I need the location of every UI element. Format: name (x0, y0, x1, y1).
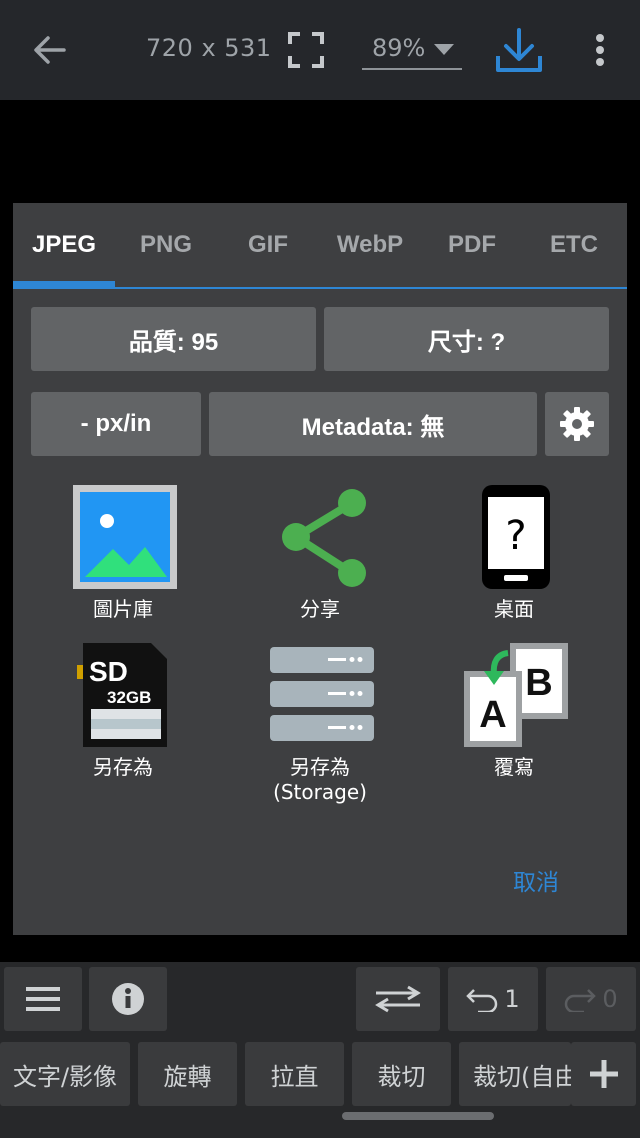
save-as-sd-action[interactable]: SD 32GB 另存為 (23, 643, 223, 783)
tool-crop-free[interactable]: 裁切(自由 (459, 1042, 571, 1106)
info-button[interactable] (89, 967, 167, 1031)
gallery-action[interactable]: 圖片庫 (23, 485, 223, 625)
desktop-label: 桌面 (494, 597, 534, 621)
active-tab-indicator (13, 281, 115, 289)
sd-card-icon: SD 32GB (77, 643, 167, 747)
undo-count: 1 (504, 985, 520, 1013)
overwrite-action[interactable]: B A 覆寫 (414, 643, 614, 783)
zoom-select[interactable]: 89% (362, 30, 462, 70)
save-as-storage-label: 另存為 (290, 755, 350, 779)
save-as-label: 另存為 (93, 755, 153, 779)
sd-card-text: SD (89, 656, 128, 687)
swap-button[interactable] (356, 967, 440, 1031)
redo-icon (565, 989, 597, 1012)
tab-png[interactable]: PNG (115, 231, 217, 259)
info-icon (112, 983, 144, 1015)
save-as-storage-action[interactable]: 另存為 (Storage) (220, 643, 420, 804)
quality-button[interactable]: 品質: 95 (31, 307, 316, 371)
image-dimensions: 720 x 531 (146, 34, 272, 62)
tool-text-image[interactable]: 文字/影像 (0, 1042, 130, 1106)
undo-button[interactable]: 1 (448, 967, 538, 1031)
share-action[interactable]: 分享 (220, 485, 420, 625)
zoom-value: 89% (372, 34, 426, 62)
format-tabs: JPEG PNG GIF WebP PDF ETC (13, 203, 627, 289)
storage-sublabel: (Storage) (273, 780, 367, 804)
share-icon (282, 489, 366, 587)
gallery-icon (73, 485, 177, 589)
add-tool-button[interactable] (571, 1042, 636, 1106)
top-app-bar: 720 x 531 89% (0, 0, 640, 100)
menu-button[interactable] (4, 967, 82, 1031)
overwrite-label: 覆寫 (494, 755, 534, 779)
redo-button[interactable]: 0 (546, 967, 636, 1031)
tab-gif[interactable]: GIF (217, 231, 319, 259)
phone-question-icon: ? (482, 485, 550, 589)
tab-pdf[interactable]: PDF (421, 231, 523, 259)
metadata-button[interactable]: Metadata: 無 (209, 392, 537, 456)
share-label: 分享 (300, 597, 340, 621)
download-icon[interactable] (494, 26, 544, 74)
letter-a: A (479, 694, 506, 736)
undo-icon (466, 989, 498, 1012)
svg-text:?: ? (505, 513, 526, 559)
home-indicator (342, 1112, 494, 1120)
arrow-left-icon[interactable] (28, 28, 72, 72)
tool-crop[interactable]: 裁切 (352, 1042, 451, 1106)
overwrite-ab-icon: B A (464, 643, 568, 747)
size-button[interactable]: 尺寸: ? (324, 307, 609, 371)
menu-icon (26, 987, 60, 1011)
caret-down-icon (434, 44, 454, 55)
save-dialog: JPEG PNG GIF WebP PDF ETC 品質: 95 尺寸: ? -… (13, 203, 627, 935)
swap-arrows-icon (375, 985, 421, 1013)
storage-server-icon (270, 647, 374, 741)
sd-card-capacity: 32GB (107, 688, 151, 707)
letter-b: B (525, 662, 552, 704)
tool-rotate[interactable]: 旋轉 (138, 1042, 237, 1106)
tool-straighten[interactable]: 拉直 (245, 1042, 344, 1106)
more-vert-icon[interactable] (588, 30, 612, 70)
tab-etc[interactable]: ETC (523, 231, 625, 259)
gallery-label: 圖片庫 (93, 597, 153, 621)
tab-webp[interactable]: WebP (319, 231, 421, 259)
gear-icon (560, 407, 594, 441)
dpi-button[interactable]: - px/in (31, 392, 201, 456)
plus-icon (589, 1060, 618, 1088)
fullscreen-icon[interactable] (286, 30, 326, 70)
tab-jpeg[interactable]: JPEG (13, 231, 115, 259)
cancel-button[interactable]: 取消 (513, 863, 559, 897)
settings-button[interactable] (545, 392, 609, 456)
redo-count: 0 (602, 985, 618, 1013)
desktop-action[interactable]: ? 桌面 (414, 485, 614, 625)
